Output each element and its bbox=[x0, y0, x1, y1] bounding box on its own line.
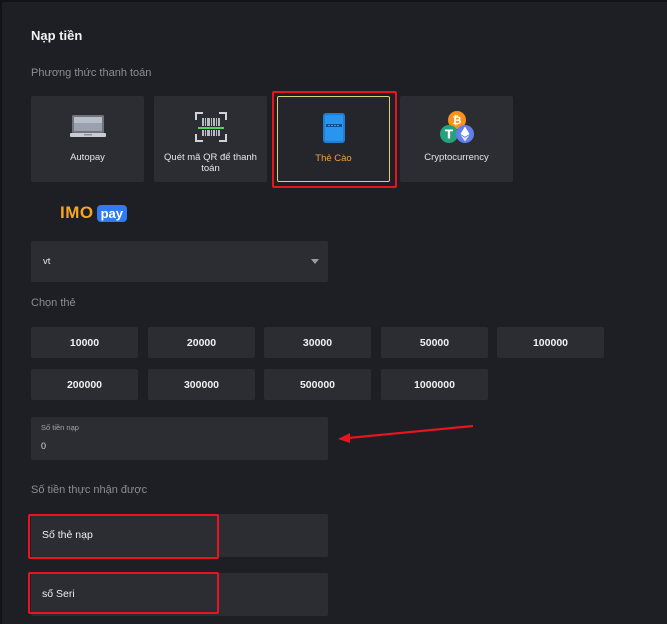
method-autopay[interactable]: Autopay bbox=[31, 96, 144, 182]
scratch-card-icon bbox=[322, 111, 346, 145]
svg-text:₿: ₿ bbox=[452, 114, 461, 127]
crypto-coins-icon: ₿ T bbox=[438, 110, 476, 144]
amount-option[interactable]: 200000 bbox=[31, 369, 138, 400]
provider-select[interactable]: vt bbox=[31, 241, 328, 282]
method-qr[interactable]: Quét mã QR để thanh toán bbox=[154, 96, 267, 182]
provider-select-value: vt bbox=[43, 256, 51, 267]
chevron-down-icon bbox=[311, 259, 319, 264]
left-border bbox=[0, 0, 2, 624]
top-border bbox=[0, 0, 667, 2]
choose-card-label: Chọn thẻ bbox=[31, 297, 76, 309]
imopay-logo: IMO pay bbox=[60, 203, 128, 223]
svg-text:T: T bbox=[444, 128, 453, 142]
amount-option[interactable]: 50000 bbox=[381, 327, 488, 358]
method-scratch-card[interactable]: Thẻ Cào bbox=[277, 96, 390, 182]
amount-option[interactable]: 1000000 bbox=[381, 369, 488, 400]
qr-scan-icon bbox=[194, 110, 228, 144]
pay-badge: pay bbox=[96, 204, 128, 222]
amount-option[interactable]: 30000 bbox=[264, 327, 371, 358]
method-label: Thẻ Cào bbox=[315, 153, 352, 164]
page-title: Nạp tiền bbox=[31, 28, 83, 43]
method-label: Autopay bbox=[70, 152, 105, 163]
received-amount-label: Số tiền thực nhận được bbox=[31, 484, 148, 496]
serial-number-field[interactable] bbox=[31, 573, 328, 616]
deposit-amount-input[interactable]: Số tiền nạp 0 bbox=[31, 417, 328, 460]
method-label: Quét mã QR để thanh toán bbox=[164, 152, 257, 174]
amount-option[interactable]: 10000 bbox=[31, 327, 138, 358]
amount-option[interactable]: 500000 bbox=[264, 369, 371, 400]
amount-option[interactable]: 300000 bbox=[148, 369, 255, 400]
card-number-label: Số thẻ nạp bbox=[42, 529, 93, 541]
method-label: Cryptocurrency bbox=[424, 152, 489, 163]
amount-option[interactable]: 100000 bbox=[497, 327, 604, 358]
deposit-amount-label: Số tiền nạp bbox=[41, 423, 79, 432]
amount-option[interactable]: 20000 bbox=[148, 327, 255, 358]
payment-method-label: Phương thức thanh toán bbox=[31, 67, 152, 79]
deposit-amount-value: 0 bbox=[41, 441, 47, 451]
imo-text: IMO bbox=[60, 203, 94, 222]
method-crypto[interactable]: ₿ T Cryptocurrency bbox=[400, 96, 513, 182]
serial-number-label: số Seri bbox=[42, 588, 75, 600]
monitor-icon bbox=[69, 110, 106, 144]
